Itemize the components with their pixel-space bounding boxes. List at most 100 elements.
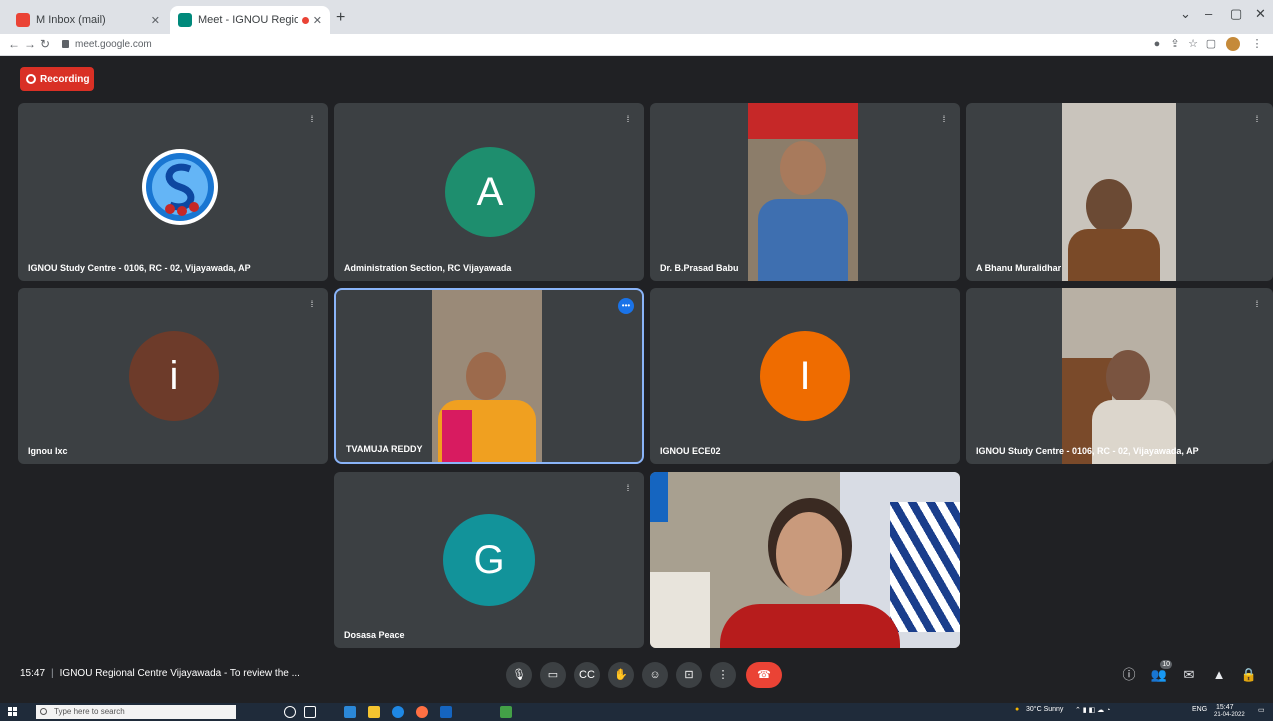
mic-off-icon: ⁞ (942, 114, 946, 124)
info-icon[interactable]: ⓘ (1120, 666, 1138, 684)
participant-tile-self[interactable] (650, 472, 960, 648)
people-icon[interactable]: 👥 10 (1150, 660, 1172, 684)
close-tab-icon[interactable]: ✕ (313, 14, 322, 27)
participant-name: Dr. B.Prasad Babu (660, 263, 739, 273)
file-explorer-icon[interactable] (368, 706, 380, 718)
extensions-icon[interactable]: ▢ (1204, 37, 1218, 51)
participant-name: Dosasa Peace (344, 630, 405, 640)
new-tab-button[interactable]: + (336, 9, 345, 27)
minimize-button[interactable]: – (1205, 6, 1212, 21)
tab-inbox[interactable]: M Inbox (mail) ✕ (8, 6, 168, 34)
mic-off-icon: ⁞ (310, 114, 314, 124)
address-bar-row: ← → ↻ meet.google.com ● ⇪ ☆ ▢ ⋮ (0, 34, 1273, 56)
search-placeholder: Type here to search (54, 707, 125, 716)
chrome-icon[interactable] (500, 706, 512, 718)
firefox-icon[interactable] (416, 706, 428, 718)
participant-tile[interactable]: i ⁞ Ignou Ixc (18, 288, 328, 464)
share-icon[interactable]: ⇪ (1168, 37, 1182, 51)
language-indicator[interactable]: ENG (1192, 706, 1207, 713)
present-button[interactable]: ⊡ (676, 662, 702, 688)
clock-date: 21-04-2022 (1214, 712, 1245, 718)
weather-icon: ● (1015, 706, 1020, 713)
forward-icon[interactable]: → (24, 37, 36, 51)
raise-hand-button[interactable]: ✋ (608, 662, 634, 688)
windows-start-icon[interactable] (8, 707, 18, 717)
participant-video (1062, 288, 1176, 464)
browser-tab-bar: M Inbox (mail) ✕ Meet - IGNOU Regional C… (0, 0, 1273, 34)
participant-name: A Bhanu Muralidhar (976, 263, 1062, 273)
recording-label: Recording (40, 73, 90, 85)
meet-icon (178, 13, 192, 27)
chat-icon[interactable]: ✉ (1180, 666, 1198, 684)
speaking-indicator-icon: ••• (618, 298, 634, 314)
close-window-button[interactable]: ✕ (1255, 6, 1266, 22)
end-call-button[interactable]: ☎ (746, 662, 782, 688)
participant-tile[interactable]: A ⁞ Administration Section, RC Vijayawad… (334, 103, 644, 281)
mic-off-icon: ⁞ (310, 299, 314, 309)
emoji-button[interactable]: ☺ (642, 662, 668, 688)
notification-icon[interactable]: ▭ (1258, 706, 1265, 714)
meeting-time: 15:47 (20, 668, 46, 679)
participant-name: IGNOU ECE02 (660, 446, 721, 456)
recording-indicator[interactable]: Recording (20, 67, 94, 91)
profile-avatar[interactable] (1226, 37, 1240, 51)
cortana-icon[interactable] (284, 706, 296, 718)
back-icon[interactable]: ← (8, 37, 20, 51)
participant-name: IGNOU Study Centre - 0106, RC - 02, Vija… (976, 446, 1199, 456)
store-icon[interactable] (344, 706, 356, 718)
tab-title: M Inbox (mail) (36, 14, 106, 26)
participant-tile[interactable]: ⁞ Dr. B.Prasad Babu (650, 103, 960, 281)
mic-off-icon: ⁞ (626, 114, 630, 124)
task-view-icon[interactable] (304, 706, 316, 718)
participant-tile[interactable]: ⁞ A Bhanu Muralidhar (966, 103, 1273, 281)
participant-name: Ignou Ixc (28, 446, 68, 456)
participant-name: TVAMUJA REDDY (346, 444, 423, 454)
participant-name: Administration Section, RC Vijayawada (344, 263, 512, 273)
weather-text[interactable]: 30°C Sunny (1026, 706, 1063, 713)
avatar: i (129, 331, 219, 421)
camera-button[interactable]: ▭ (540, 662, 566, 688)
meeting-details: 15:47 | IGNOU Regional Centre Vijayawada -… (20, 668, 300, 679)
address-bar[interactable]: meet.google.com (62, 37, 662, 53)
mic-off-icon: ⁞ (626, 483, 630, 493)
clock-time: 15:47 (1216, 704, 1234, 711)
maximize-button[interactable]: ▢ (1230, 6, 1242, 22)
mic-button[interactable]: 🎙 (506, 662, 532, 688)
captions-button[interactable]: CC (574, 662, 600, 688)
tray-icons[interactable]: ⌃ ▮ ◧ ☁ ◔ (1075, 706, 1110, 714)
taskbar-search[interactable]: Type here to search (36, 705, 236, 719)
menu-icon[interactable]: ⋮ (1250, 37, 1264, 51)
reload-icon[interactable]: ↻ (40, 37, 50, 51)
word-icon[interactable] (440, 706, 452, 718)
recording-icon (26, 74, 36, 84)
tab-search-icon[interactable]: ⌄ (1180, 6, 1191, 22)
edge-icon[interactable] (392, 706, 404, 718)
participant-video (748, 103, 858, 281)
participant-tile[interactable]: G ⁞ Dosasa Peace (334, 472, 644, 648)
participant-tile[interactable]: I IGNOU ECE02 (650, 288, 960, 464)
ignou-logo-icon (142, 149, 218, 225)
tab-title: Meet - IGNOU Regional Ce (198, 14, 298, 26)
bookmark-star-icon[interactable]: ☆ (1186, 37, 1200, 51)
participant-tile-speaking[interactable]: ••• TVAMUJA REDDY (334, 288, 644, 464)
participant-count-badge: 10 (1160, 660, 1172, 669)
avatar: A (445, 147, 535, 237)
gmail-icon (16, 13, 30, 27)
recording-dot-icon (301, 16, 309, 24)
participant-video (1062, 103, 1176, 281)
avatar: G (443, 514, 535, 606)
participant-tile[interactable]: ⁞ IGNOU Study Centre - 0106, RC - 02, Vi… (966, 288, 1273, 464)
tab-meet[interactable]: Meet - IGNOU Regional Ce ✕ (170, 6, 330, 34)
mic-off-icon: ⁞ (1255, 299, 1259, 309)
avatar: I (760, 331, 850, 421)
activities-icon[interactable]: ▲ (1210, 666, 1228, 684)
camera-permission-icon[interactable]: ● (1150, 37, 1164, 51)
search-icon (40, 708, 47, 715)
participant-tile[interactable]: ⁞ IGNOU Study Centre - 0106, RC - 02, Vi… (18, 103, 328, 281)
more-options-button[interactable]: ⋮ (710, 662, 736, 688)
participant-name: IGNOU Study Centre - 0106, RC - 02, Vija… (28, 263, 251, 273)
host-controls-icon[interactable]: 🔒 (1240, 666, 1258, 684)
close-tab-icon[interactable]: ✕ (151, 14, 160, 27)
clock[interactable]: 15:47 (1216, 704, 1234, 711)
windows-taskbar: Type here to search ● 30°C Sunny ⌃ ▮ ◧ ☁… (0, 703, 1273, 721)
